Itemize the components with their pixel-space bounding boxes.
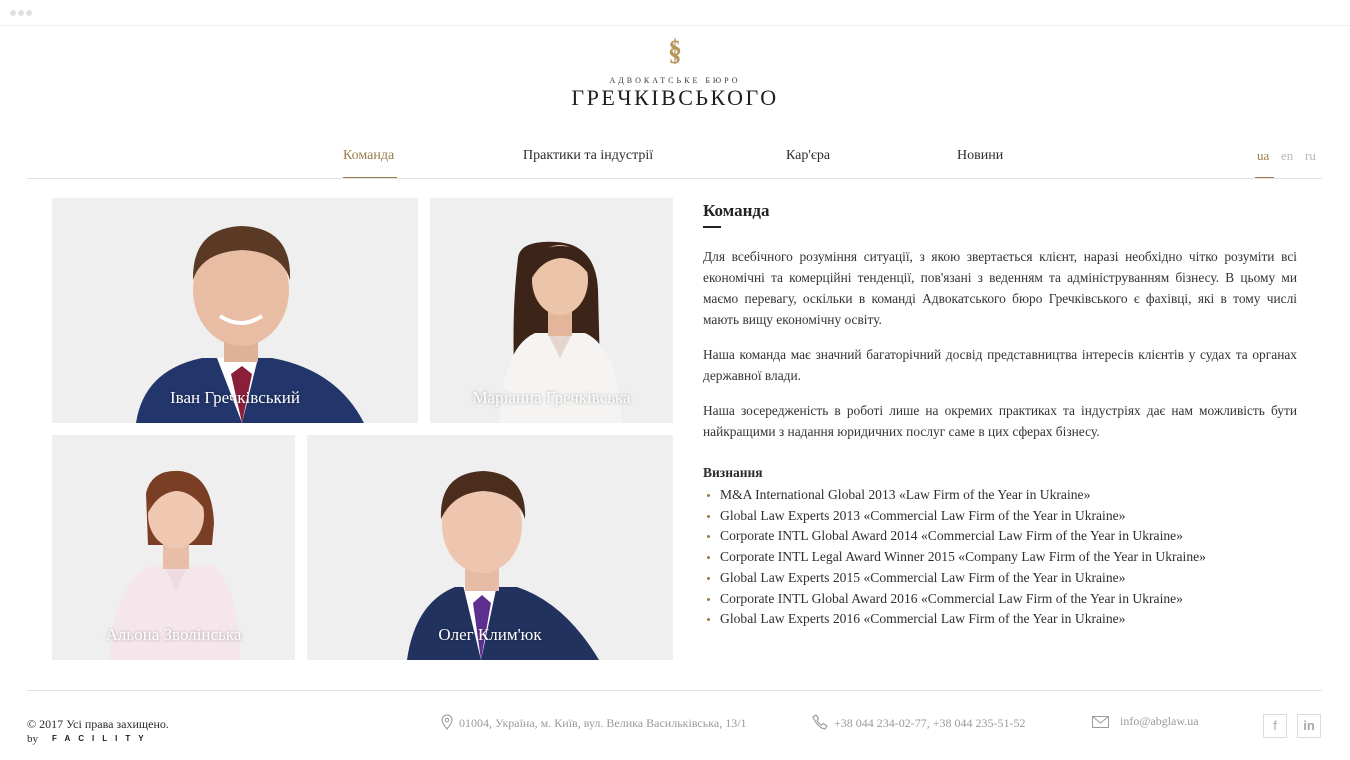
nav-item-team[interactable]: Команда [343,148,394,164]
nav-item-news[interactable]: Новини [957,148,1003,164]
team-card-marianna[interactable]: Маріанна Гречківська [430,198,673,423]
window-dot [18,10,24,16]
envelope-icon [1092,716,1109,728]
window-dot [26,10,32,16]
location-pin-icon [441,714,453,730]
experience-paragraph: Наша команда має значний багаторічний до… [703,347,1297,383]
facebook-icon[interactable]: f [1263,714,1287,738]
lang-ru[interactable]: ru [1305,148,1316,164]
nav-divider [27,178,1322,179]
recognition-heading: Визнання [703,465,763,480]
footer-address: 01004, Україна, м. Київ, вул. Велика Вас… [459,716,747,730]
recognition-item: Corporate INTL Global Award 2016 «Commer… [703,589,1206,610]
logo-subtitle: Адвокатське бюро [609,76,741,85]
bullet-icon [707,556,710,560]
recognition-item: Global Law Experts 2013 «Commercial Law … [703,506,1206,527]
browser-top-bar [0,0,1350,26]
bullet-icon [707,597,710,601]
bullet-icon [707,494,710,497]
developer-by-label: by [27,733,38,745]
bullet-icon [707,576,710,580]
lang-ua[interactable]: ua [1257,148,1269,164]
window-dot [10,10,16,16]
recognition-item: M&A International Global 2013 «Law Firm … [703,485,1206,506]
focus-paragraph: Наша зосередженість в роботі лише на окр… [703,403,1297,439]
footer-phones[interactable]: +38 044 234-02-77, +38 044 235-51-52 [834,716,1026,731]
bullet-icon [707,618,710,622]
linkedin-icon[interactable]: in [1297,714,1321,738]
page-title: Команда [703,201,770,220]
footer-divider [27,690,1322,691]
team-member-name: Іван Гречківський [170,388,300,407]
lang-en[interactable]: en [1281,148,1293,164]
site-logo[interactable]: § Адвокатське бюро ГРЕЧКІВСЬКОГО [0,36,1350,110]
recognition-item: Corporate INTL Legal Award Winner 2015 «… [703,547,1206,568]
team-card-oleg[interactable]: Олег Клим'юк [307,435,673,660]
nav-item-career[interactable]: Кар'єра [786,148,830,164]
recognition-text: Corporate INTL Legal Award Winner 2015 «… [720,549,1206,565]
team-member-name: Альона Зволінська [105,625,242,644]
copyright: © 2017 Усі права захищено. [27,717,169,731]
bullet-icon [707,535,710,539]
recognition-item: Global Law Experts 2015 «Commercial Law … [703,568,1206,589]
recognition-item: Global Law Experts 2016 «Commercial Law … [703,609,1206,630]
recognition-text: Corporate INTL Global Award 2014 «Commer… [720,528,1183,544]
recognition-list: M&A International Global 2013 «Law Firm … [703,485,1206,630]
team-member-name: Маріанна Гречківська [472,388,631,407]
title-underline [703,226,721,228]
recognition-text: Corporate INTL Global Award 2016 «Commer… [720,590,1183,606]
recognition-item: Corporate INTL Global Award 2014 «Commer… [703,526,1206,547]
team-member-name: Олег Клим'юк [438,625,542,644]
recognition-text: M&A International Global 2013 «Law Firm … [720,487,1091,502]
section-mark-icon: § [668,36,682,66]
recognition-text: Global Law Experts 2013 «Commercial Law … [720,507,1126,523]
developer-logo[interactable]: FACILITY [52,734,152,743]
footer-email[interactable]: info@abglaw.ua [1120,714,1199,729]
bullet-icon [707,514,710,518]
recognition-text: Global Law Experts 2016 «Commercial Law … [720,611,1126,627]
nav-item-practices[interactable]: Практики та індустрії [523,148,653,164]
logo-name: ГРЕЧКІВСЬКОГО [571,85,779,110]
team-card-ivan[interactable]: Іван Гречківський [52,198,418,423]
intro-paragraph: Для всебічного розуміння ситуації, з яко… [703,249,1297,327]
recognition-text: Global Law Experts 2015 «Commercial Law … [720,569,1126,585]
phone-icon [812,714,828,730]
team-card-alona[interactable]: Альона Зволінська [52,435,295,660]
